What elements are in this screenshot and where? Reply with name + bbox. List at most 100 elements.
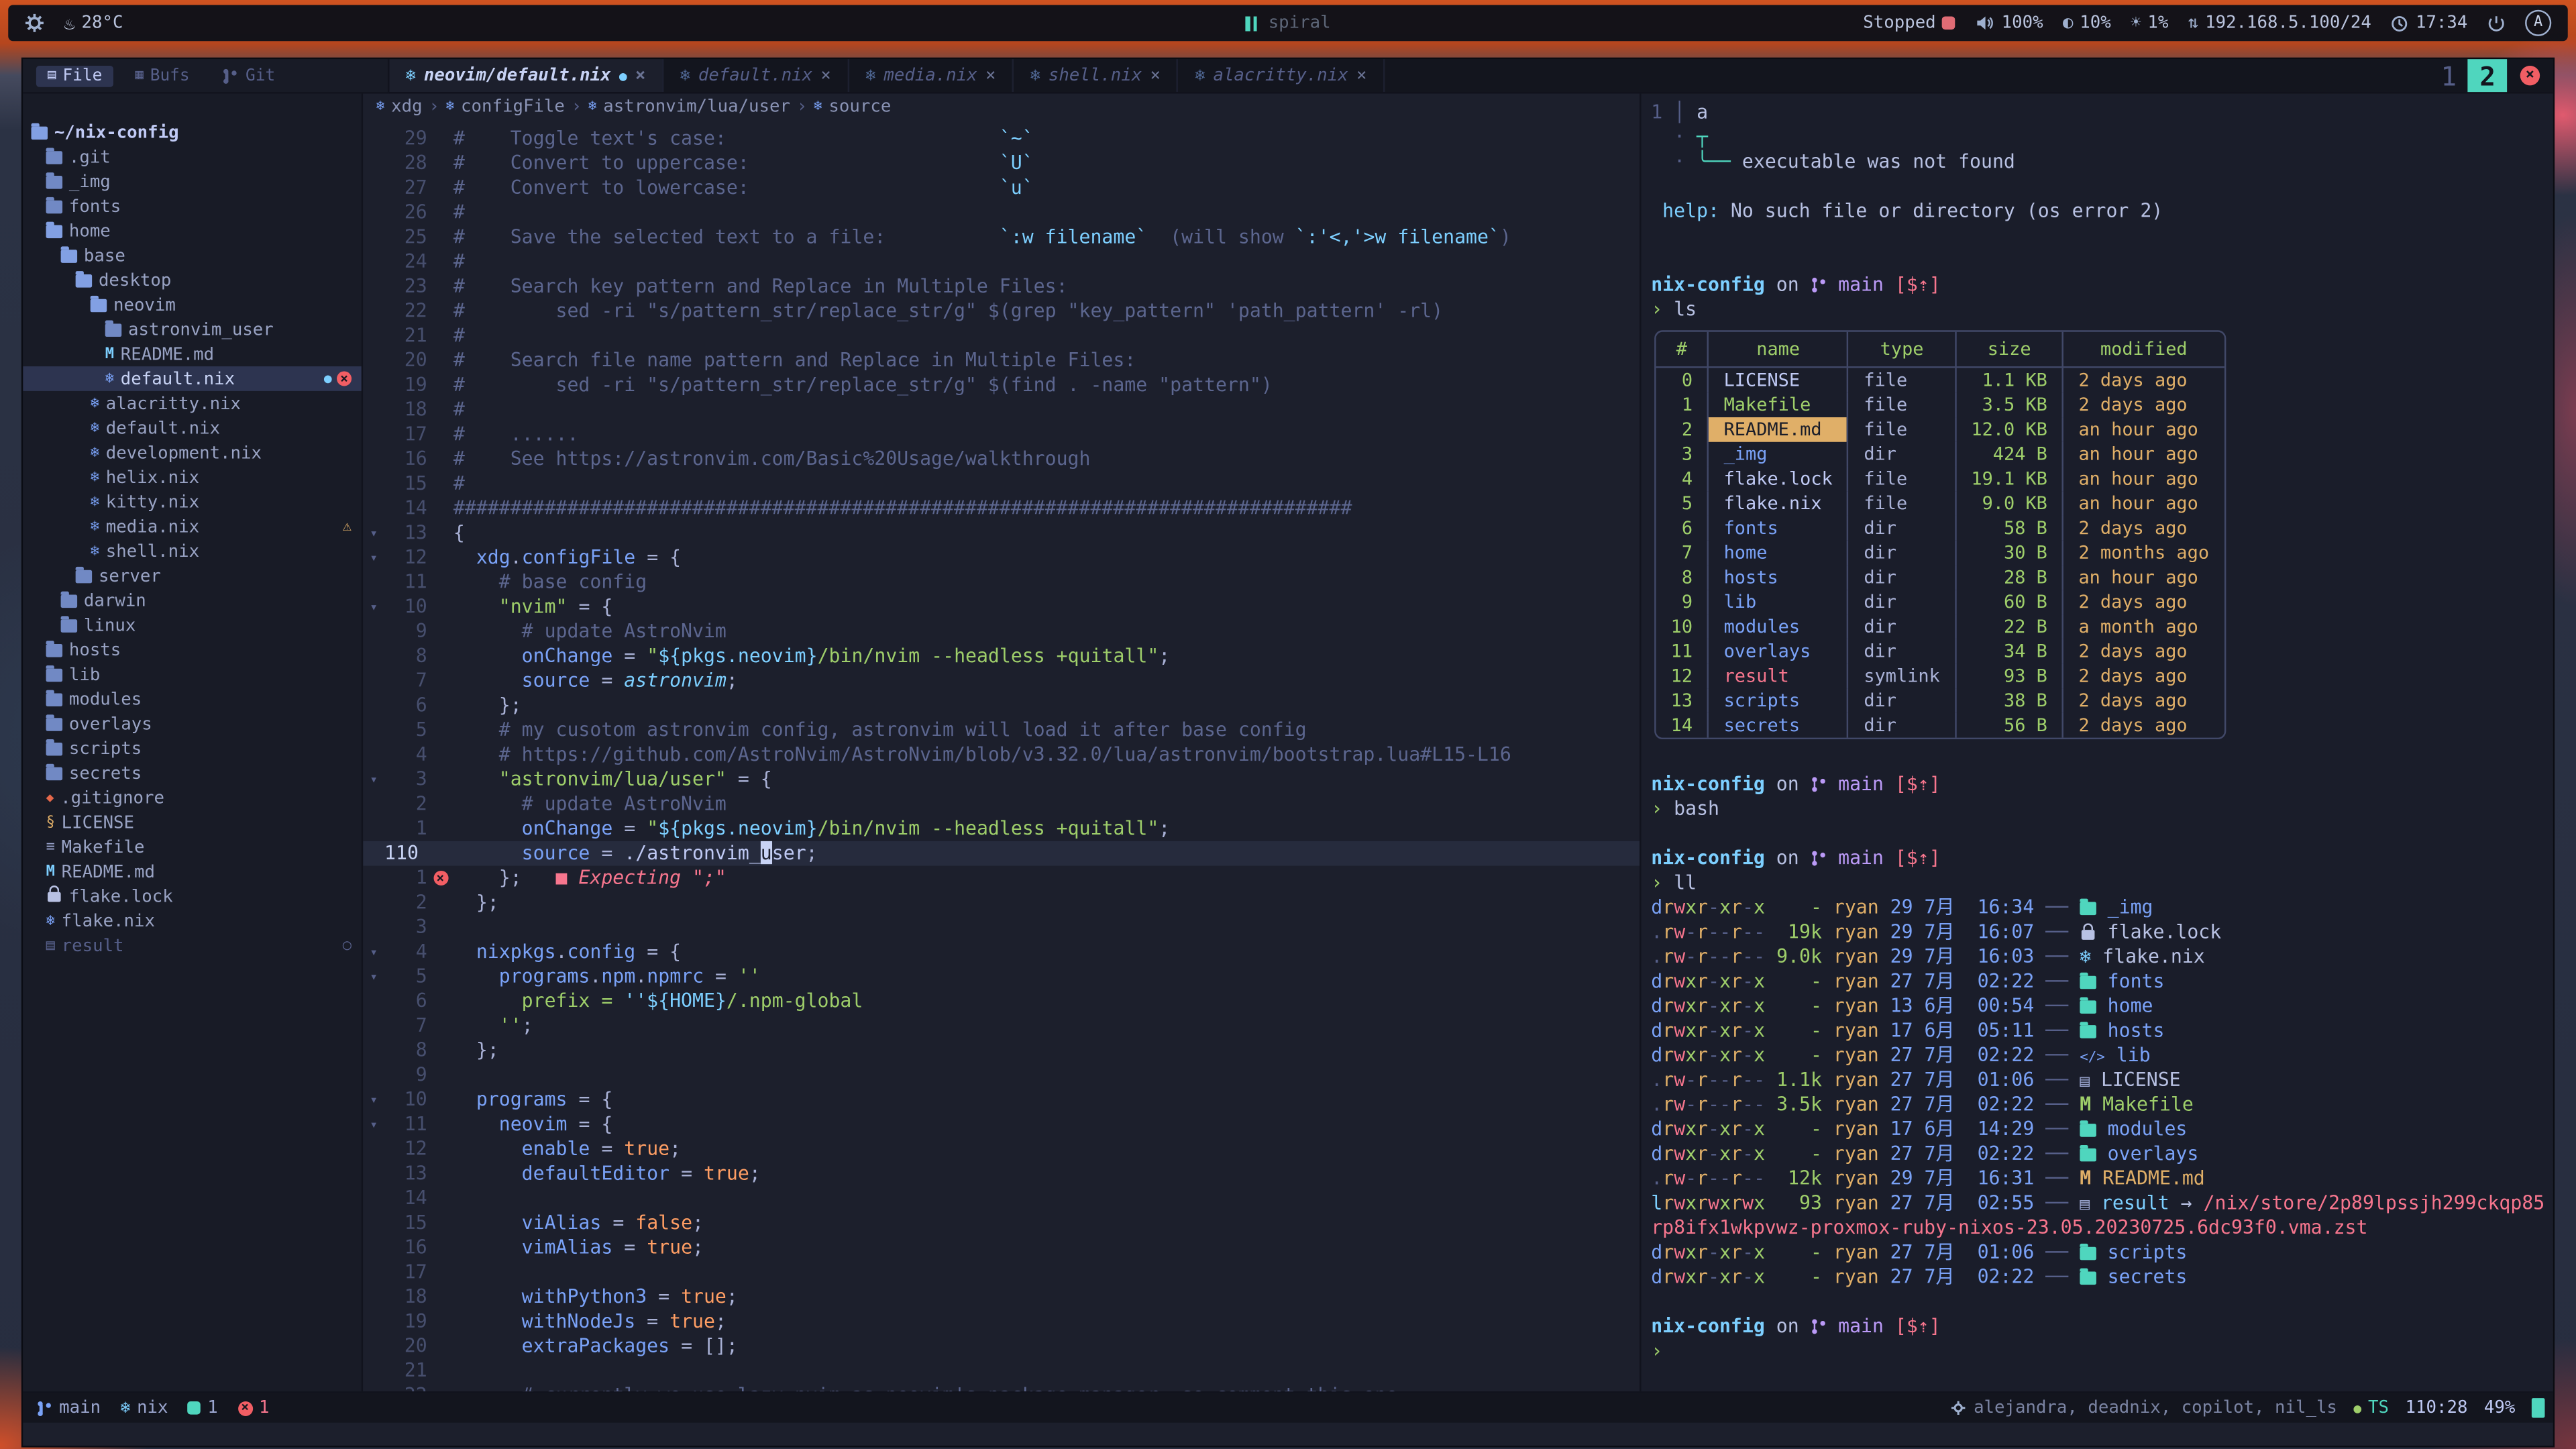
code-line[interactable]: 6 }; (363, 693, 1640, 718)
code-line[interactable]: 23# Search key pattern and Replace in Mu… (363, 274, 1640, 299)
code-line[interactable]: 8 }; (363, 1038, 1640, 1063)
tree-item[interactable]: ▤result○ (23, 933, 361, 958)
close-buffer-icon[interactable]: × (635, 66, 645, 85)
tree-item[interactable]: ❄shell.nix (23, 539, 361, 564)
close-buffer-icon[interactable]: × (1356, 66, 1366, 85)
network-widget[interactable]: ⇅ 192.168.5.100/24 (2188, 13, 2371, 33)
command-line[interactable] (23, 1423, 2553, 1446)
tree-item[interactable]: MREADME.md (23, 341, 361, 366)
clock-widget[interactable]: 17:34 (2391, 13, 2467, 33)
code-line[interactable]: 24# (363, 250, 1640, 274)
tab-bufs[interactable]: ▦Bufs (123, 65, 201, 87)
code-line[interactable]: 17# ...... (363, 422, 1640, 447)
code-line[interactable]: ▾12 xdg.configFile = { (363, 545, 1640, 570)
lsp-segment[interactable]: alejandra, deadnix, copilot, nil_ls (1951, 1398, 2337, 1417)
tree-item[interactable]: ❄default.nix●× (23, 366, 361, 391)
tree-item[interactable]: secrets (23, 761, 361, 786)
code-line[interactable]: ▾4 nixpkgs.config = { (363, 940, 1640, 965)
tree-item[interactable]: modules (23, 687, 361, 712)
tree-item[interactable]: desktop (23, 268, 361, 292)
code-line[interactable]: 21# (363, 323, 1640, 348)
code-line[interactable]: ▾10 "nvim" = { (363, 595, 1640, 620)
code-line[interactable]: 13 defaultEditor = true; (363, 1161, 1640, 1186)
close-buffer-icon[interactable]: × (1150, 66, 1161, 85)
close-buffer-icon[interactable]: × (820, 66, 830, 85)
breadcrumb-item[interactable]: ❄configFile (446, 96, 565, 115)
code-line[interactable]: 110 source = ./astronvim_user; (363, 841, 1640, 866)
buffer-tab[interactable]: ❄shell.nix× (1014, 59, 1179, 92)
tree-item[interactable]: server (23, 564, 361, 588)
code-line[interactable]: 14 (363, 1186, 1640, 1211)
terminal-panel[interactable]: 1 │ a · ┬ · ╰── executable was not found… (1640, 94, 2553, 1392)
code-line[interactable]: 22 # currently we use lazy.nvim as neovi… (363, 1383, 1640, 1391)
code-line[interactable]: ▾13{ (363, 521, 1640, 545)
tree-item[interactable]: MREADME.md (23, 859, 361, 884)
code-line[interactable]: 15# (363, 472, 1640, 496)
git-branch-segment[interactable]: main (36, 1398, 101, 1417)
tree-item[interactable]: §LICENSE (23, 810, 361, 835)
code-line[interactable]: 20 extraPackages = []; (363, 1334, 1640, 1359)
tree-item[interactable]: overlays (23, 711, 361, 736)
tree-item[interactable]: ≡Makefile (23, 835, 361, 859)
code-line[interactable]: 1 onChange = "${pkgs.neovim}/bin/nvim --… (363, 816, 1640, 841)
tree-item[interactable]: _img (23, 169, 361, 194)
tree-item[interactable]: ❄development.nix (23, 440, 361, 465)
tree-item[interactable]: ◆.gitignore (23, 786, 361, 810)
code-line[interactable]: 2 }; (363, 890, 1640, 915)
code-line[interactable]: 14######################################… (363, 496, 1640, 521)
code-line[interactable]: ▾3 "astronvim/lua/user" = { (363, 767, 1640, 792)
code-line[interactable]: 28# Convert to uppercase: `U` (363, 151, 1640, 176)
tree-item[interactable]: ❄kitty.nix (23, 490, 361, 515)
tree-item[interactable]: neovim (23, 292, 361, 317)
tree-item[interactable]: darwin (23, 588, 361, 613)
tree-item[interactable]: lib (23, 662, 361, 687)
tree-item[interactable]: home (23, 219, 361, 244)
power-icon[interactable] (2487, 14, 2506, 32)
close-window-button[interactable]: × (2520, 66, 2540, 85)
code-line[interactable]: ▾11 neovim = { (363, 1112, 1640, 1137)
code-line[interactable]: 19# sed -ri "s/pattern_str/replace_str/g… (363, 373, 1640, 398)
code-line[interactable]: 22# sed -ri "s/pattern_str/replace_str/g… (363, 299, 1640, 324)
buffer-tab[interactable]: ❄default.nix× (663, 59, 849, 92)
code-line[interactable]: 9 # update AstroNvim (363, 619, 1640, 644)
tree-item[interactable]: ❄flake.nix (23, 908, 361, 933)
code-line[interactable]: ▾10 programs = { (363, 1087, 1640, 1112)
tree-item[interactable]: ❄default.nix (23, 416, 361, 441)
tree-item[interactable]: linux (23, 612, 361, 637)
media-widget[interactable]: spiral (1245, 13, 1330, 33)
tree-item[interactable]: base (23, 243, 361, 268)
code-area[interactable]: 29# Toggle text's case: `~` 28# Convert … (363, 118, 1640, 1391)
code-line[interactable]: 9 (363, 1063, 1640, 1087)
code-line[interactable]: 1× }; ■ Expecting ";" (363, 866, 1640, 891)
volume-widget[interactable]: 100% (1975, 13, 2043, 33)
tabpage-2[interactable]: 2 (2468, 59, 2507, 92)
buffer-tab[interactable]: ❄media.nix× (849, 59, 1014, 92)
code-line[interactable]: 15 viAlias = false; (363, 1211, 1640, 1236)
tree-item[interactable]: ❄helix.nix (23, 465, 361, 490)
tree-item[interactable]: ❄alacritty.nix (23, 391, 361, 416)
code-line[interactable]: 4 # https://github.com/AstroNvim/AstroNv… (363, 743, 1640, 767)
code-line[interactable]: 7 ''; (363, 1014, 1640, 1038)
error-count-segment[interactable]: × 1 (237, 1398, 269, 1417)
breadcrumb-item[interactable]: ❄xdg (376, 96, 423, 115)
buffer-tab[interactable]: ❄alacritty.nix× (1179, 59, 1385, 92)
recorder-widget[interactable]: Stopped (1863, 13, 1955, 33)
buffer-tab[interactable]: ❄neovim/default.nix●× (389, 59, 663, 92)
code-line[interactable]: 29# Toggle text's case: `~` (363, 127, 1640, 152)
code-line[interactable]: 21 (363, 1358, 1640, 1383)
gear-icon[interactable] (25, 13, 44, 33)
breadcrumb-item[interactable]: ❄astronvim/lua/user (588, 96, 790, 115)
code-line[interactable]: 11 # base config (363, 570, 1640, 595)
brightness-widget[interactable]: ☀ 1% (2131, 13, 2168, 33)
keyboard-layout-badge[interactable]: A (2525, 10, 2551, 36)
tabpage-1[interactable]: 1 (2429, 59, 2468, 92)
code-line[interactable]: 20# Search file name pattern and Replace… (363, 348, 1640, 373)
code-line[interactable]: 25# Save the selected text to a file: `:… (363, 225, 1640, 250)
close-buffer-icon[interactable]: × (985, 66, 996, 85)
tab-file[interactable]: ▤File (36, 65, 114, 87)
code-line[interactable]: 6 prefix = ''${HOME}/.npm-global (363, 989, 1640, 1014)
tree-item[interactable]: astronvim_user (23, 317, 361, 342)
tree-item[interactable]: ~/nix-config (23, 120, 361, 145)
code-line[interactable]: 18# (363, 398, 1640, 423)
code-line[interactable]: 2 # update AstroNvim (363, 792, 1640, 816)
